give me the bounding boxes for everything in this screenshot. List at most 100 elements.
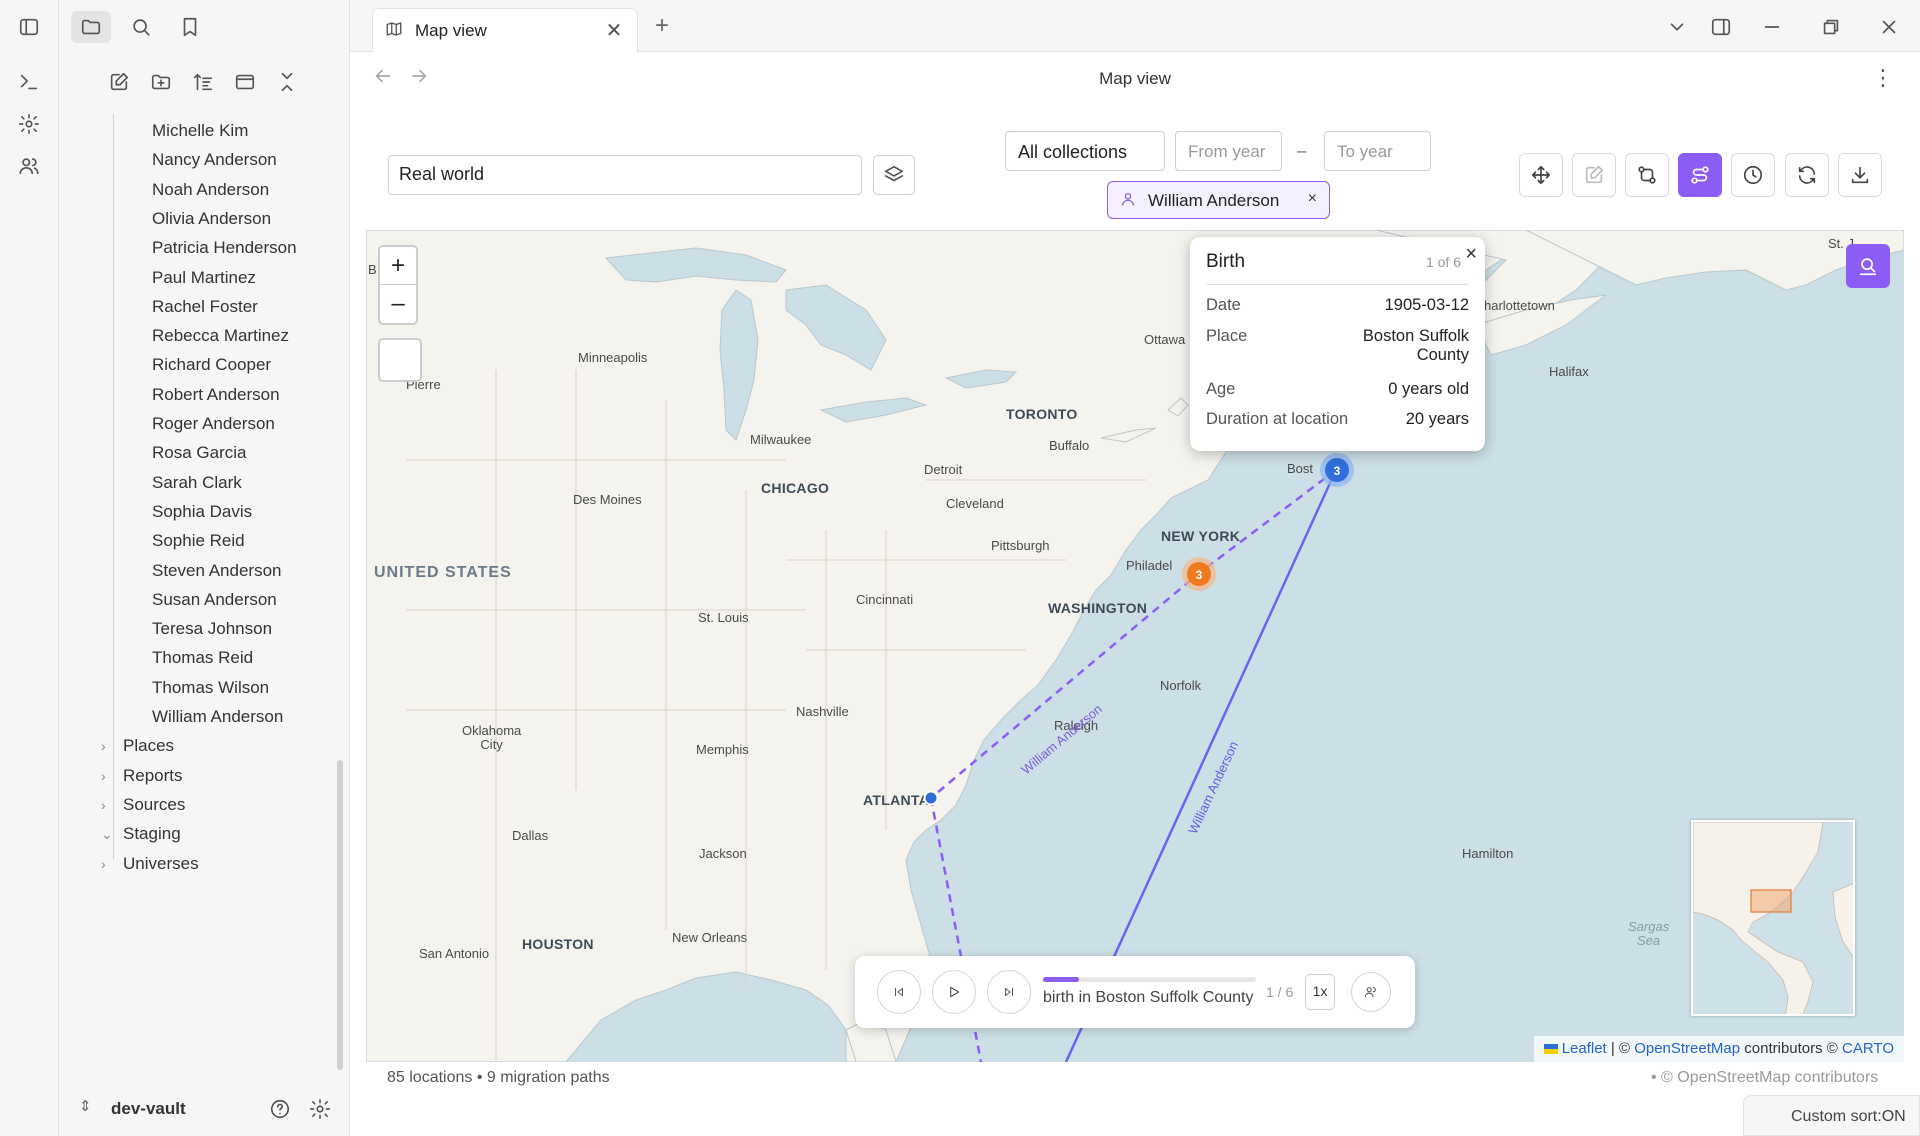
folder-item[interactable]: ⌄ Staging xyxy=(101,819,181,849)
new-tab-icon[interactable]: + xyxy=(655,12,669,40)
timeline-step: 1 / 6 xyxy=(1266,984,1294,1000)
map-icon xyxy=(385,20,403,38)
person-item[interactable]: Rebecca Martinez xyxy=(152,321,289,351)
person-item[interactable]: Sophia Davis xyxy=(152,497,252,527)
pan-mode-button[interactable] xyxy=(1519,153,1563,197)
person-item[interactable]: Patricia Henderson xyxy=(152,233,297,263)
close-window-icon[interactable] xyxy=(1872,12,1906,42)
skip-back-button[interactable] xyxy=(877,970,921,1014)
vault-switch-icon[interactable]: ⇕ xyxy=(79,1097,92,1115)
draw-box-button[interactable] xyxy=(378,338,422,382)
vault-name[interactable]: dev-vault xyxy=(111,1099,186,1119)
settings-icon[interactable] xyxy=(14,109,44,139)
to-year-input[interactable]: To year xyxy=(1324,131,1431,171)
person-item[interactable]: Susan Anderson xyxy=(152,585,277,615)
timeline-progress[interactable] xyxy=(1043,977,1256,982)
sort-icon[interactable] xyxy=(187,66,219,98)
person-item[interactable]: Nancy Anderson xyxy=(152,145,277,175)
vault-settings-icon[interactable] xyxy=(307,1096,333,1122)
skip-back-icon xyxy=(894,987,904,997)
right-sidebar-icon[interactable] xyxy=(1704,12,1738,42)
popup-row-value: 0 years old xyxy=(1388,380,1469,398)
export-button[interactable] xyxy=(1838,153,1882,197)
play-button[interactable] xyxy=(932,970,976,1014)
path-label: William Anderson xyxy=(1018,701,1105,777)
compare-paths-button[interactable] xyxy=(1625,153,1669,197)
new-folder-icon[interactable] xyxy=(145,66,177,98)
collapse-all-icon[interactable] xyxy=(271,66,303,98)
popup-row-key: Date xyxy=(1206,296,1241,314)
person-item[interactable]: Teresa Johnson xyxy=(152,614,272,644)
person-item[interactable]: Rosa Garcia xyxy=(152,438,246,468)
folder-item[interactable]: › Reports xyxy=(101,761,183,791)
from-year-input[interactable]: From year xyxy=(1175,131,1282,171)
remove-filter-icon[interactable]: × xyxy=(1308,190,1317,208)
map-canvas[interactable]: B ck Minneapolis Pierre Milwaukee TORONT… xyxy=(366,230,1904,1062)
file-tree: Michelle Kim Nancy Anderson Noah Anderson O… xyxy=(59,114,350,1044)
folder-icon[interactable] xyxy=(71,11,111,43)
attribution-mid: contributors © xyxy=(1740,1040,1843,1057)
popup-divider xyxy=(1206,284,1469,285)
tab-close-icon[interactable]: ✕ xyxy=(601,18,627,44)
people-icon[interactable] xyxy=(14,151,44,181)
new-note-icon[interactable] xyxy=(103,66,135,98)
collapse-view-icon[interactable] xyxy=(229,66,261,98)
migration-paths-button[interactable] xyxy=(1678,153,1722,197)
refresh-button[interactable] xyxy=(1785,153,1829,197)
carto-link[interactable]: CARTO xyxy=(1842,1040,1894,1057)
view-title: Map view xyxy=(1099,69,1171,88)
playback-speed-button[interactable]: 1x xyxy=(1305,974,1335,1010)
view-header: Map view ⋮ xyxy=(350,53,1920,103)
tab-map-view[interactable]: Map view ✕ xyxy=(372,8,638,53)
bookmark-icon[interactable] xyxy=(170,11,210,43)
map-type-field[interactable]: Real world xyxy=(388,155,862,195)
folder-item[interactable]: › Sources xyxy=(101,790,185,820)
person-item[interactable]: Richard Cooper xyxy=(152,350,271,380)
popup-close-icon[interactable]: × xyxy=(1465,243,1477,266)
person-item[interactable]: Thomas Wilson xyxy=(152,673,269,703)
person-item[interactable]: Thomas Reid xyxy=(152,643,253,673)
person-item[interactable]: Steven Anderson xyxy=(152,556,281,586)
leaflet-link[interactable]: Leaflet xyxy=(1562,1040,1607,1057)
follow-person-button[interactable] xyxy=(1351,972,1391,1012)
explorer-toolbar xyxy=(59,62,350,102)
map-search-button[interactable] xyxy=(1846,244,1890,288)
skip-forward-button[interactable] xyxy=(987,970,1031,1014)
sort-status[interactable]: Custom sort:ON xyxy=(1743,1095,1920,1136)
timeline-button[interactable] xyxy=(1731,153,1775,197)
folder-item[interactable]: › Places xyxy=(101,731,174,761)
person-filter-chip[interactable]: William Anderson × xyxy=(1107,181,1330,219)
cluster-marker-boston: 3 xyxy=(1320,453,1354,487)
edit-button[interactable] xyxy=(1572,153,1616,197)
person-item[interactable]: Robert Anderson xyxy=(152,380,280,410)
toggle-sidebar-icon[interactable] xyxy=(9,11,49,43)
restore-icon[interactable] xyxy=(1814,12,1848,42)
person-item[interactable]: William Anderson xyxy=(152,702,283,732)
popup-row-value: Boston Suffolk County xyxy=(1362,327,1469,364)
person-item[interactable]: Rachel Foster xyxy=(152,292,258,322)
person-item[interactable]: Paul Martinez xyxy=(152,263,256,293)
zoom-out-button[interactable]: – xyxy=(380,285,416,323)
sidebar-scrollbar[interactable] xyxy=(337,760,343,1070)
person-item[interactable]: Sophie Reid xyxy=(152,526,245,556)
person-item[interactable]: Noah Anderson xyxy=(152,175,269,205)
minimize-icon[interactable] xyxy=(1755,12,1789,42)
person-item[interactable]: Michelle Kim xyxy=(152,116,248,146)
person-item[interactable]: Sarah Clark xyxy=(152,468,242,498)
zoom-in-button[interactable]: + xyxy=(380,247,416,285)
command-palette-icon[interactable] xyxy=(14,67,44,97)
collection-select[interactable]: All collections xyxy=(1005,131,1165,171)
more-options-icon[interactable]: ⋮ xyxy=(1872,65,1894,91)
folder-item[interactable]: › Universes xyxy=(101,849,199,879)
person-item[interactable]: Roger Anderson xyxy=(152,409,275,439)
tab-list-chevron-icon[interactable] xyxy=(1660,12,1694,42)
layers-button[interactable] xyxy=(873,155,915,195)
osm-link[interactable]: OpenStreetMap xyxy=(1634,1040,1740,1057)
search-icon[interactable] xyxy=(121,11,161,43)
chevron-right-icon: › xyxy=(101,855,106,872)
tab-bar: Map view ✕ + xyxy=(350,0,1920,53)
person-icon xyxy=(1120,191,1136,207)
person-item[interactable]: Olivia Anderson xyxy=(152,204,271,234)
minimap[interactable] xyxy=(1691,820,1855,1016)
help-icon[interactable] xyxy=(267,1096,293,1122)
